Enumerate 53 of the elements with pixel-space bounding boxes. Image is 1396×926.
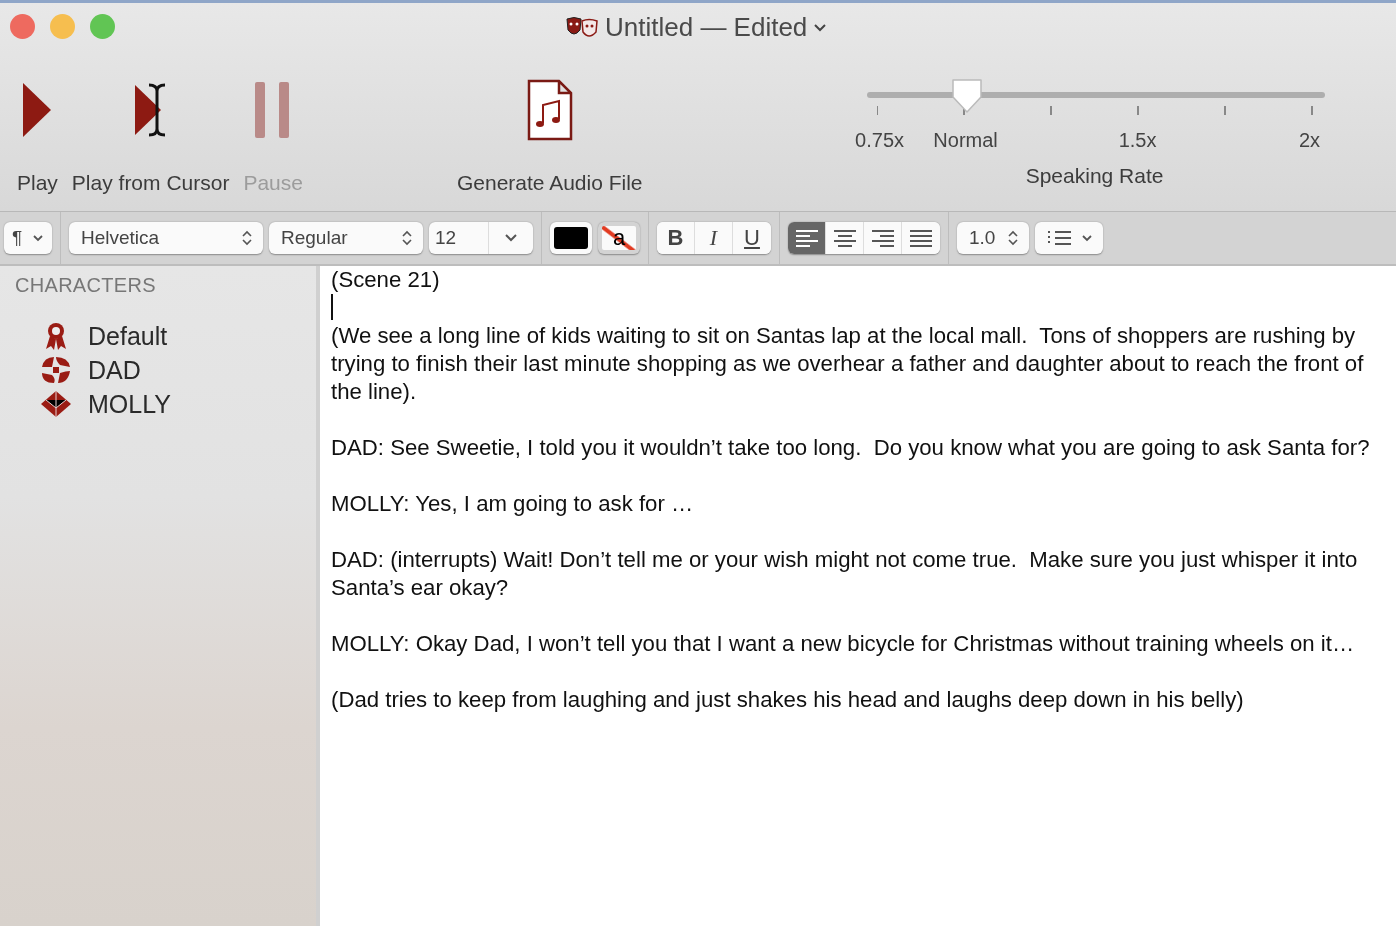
script-paragraph: (Scene 21) [331, 266, 441, 294]
paragraph-style-popup[interactable]: ¶ [4, 222, 52, 254]
align-justify-icon [909, 229, 933, 247]
theater-masks-icon [565, 15, 599, 40]
font-style-popup[interactable]: Regular [269, 222, 423, 254]
speaking-rate-slider[interactable] [866, 77, 1325, 113]
align-center-icon [832, 229, 857, 247]
chevron-down-icon [504, 233, 518, 243]
align-toggle[interactable] [902, 222, 940, 254]
script-paragraph: MOLLY: Yes, I am going to ask for … [331, 490, 695, 518]
font-size-combo[interactable]: 12 [429, 222, 533, 254]
spiral-icon [40, 355, 72, 385]
text-style-toggle[interactable]: U [733, 222, 771, 254]
script-paragraph: (Dad tries to keep from laughing and just shakes his head and laughs deep down in his belly) [331, 686, 1245, 714]
character-name[interactable]: MOLLY [88, 389, 171, 419]
slider-tick-label: 1.5x [1117, 129, 1158, 152]
chevron-down-icon [1081, 234, 1093, 242]
slider-tick-label: 2x [1298, 129, 1322, 152]
align-left-icon [794, 229, 819, 247]
bulleted-list-icon [1047, 229, 1073, 247]
text-style-toggle[interactable]: B [657, 222, 695, 254]
text-color-well[interactable] [550, 222, 592, 254]
script-paragraph: MOLLY: Okay Dad, I won’t tell you that I want a new bicycle for Christmas without training wheels on it… [331, 630, 1356, 658]
text-cursor [331, 294, 333, 320]
up-down-arrows-icon [401, 229, 413, 247]
font-family-popup[interactable]: Helvetica [69, 222, 263, 254]
music-file-icon [526, 79, 573, 141]
slider-thumb[interactable] [950, 77, 985, 115]
window-title: Untitled — Edited [605, 12, 808, 43]
align-toggle[interactable] [788, 222, 826, 254]
script-paragraph: DAD: (interrupts) Wait! Don’t tell me or your wish might not come true. Make sure you just whisper it into Santa’s ear okay? [331, 546, 1359, 602]
text-style-toggle[interactable]: I [695, 222, 733, 254]
toolbar-button[interactable]: Play [10, 49, 65, 195]
speaking-rate-label: Speaking Rate [1024, 164, 1165, 188]
chevron-down-icon [32, 234, 44, 242]
slider-tick-label: 0.75x [854, 129, 906, 152]
up-down-arrows-icon [1007, 229, 1019, 247]
chevron-down-icon[interactable] [813, 22, 828, 33]
toolbar-button[interactable]: Play from Cursor [64, 49, 237, 195]
toolbar-button[interactable]: Generate Audio File [449, 49, 650, 195]
character-name[interactable]: DAD [88, 355, 141, 385]
up-down-arrows-icon [241, 229, 253, 247]
align-right-icon [870, 229, 895, 247]
sidebar-header: CHARACTERS [15, 274, 157, 297]
diamond-icon [40, 390, 72, 418]
line-spacing-popup[interactable]: 1.0 [957, 222, 1029, 254]
script-paragraph: DAD: See Sweetie, I told you it wouldn’t take too long. Do you know what you are going to ask Santa for? [331, 434, 1371, 462]
align-toggle[interactable] [826, 222, 864, 254]
slider-tick-label: Normal [932, 129, 999, 152]
align-toggle[interactable] [864, 222, 902, 254]
character-name[interactable]: Default [88, 321, 168, 351]
script-paragraph: (We see a long line of kids waiting to sit on Santas lap at the local mall. Tons of shoppers are rushing by trying to finish their last minute shopping as we overhear a father and daughter about to reach the front of the line). [331, 322, 1365, 406]
list-style-popup[interactable] [1035, 222, 1103, 254]
